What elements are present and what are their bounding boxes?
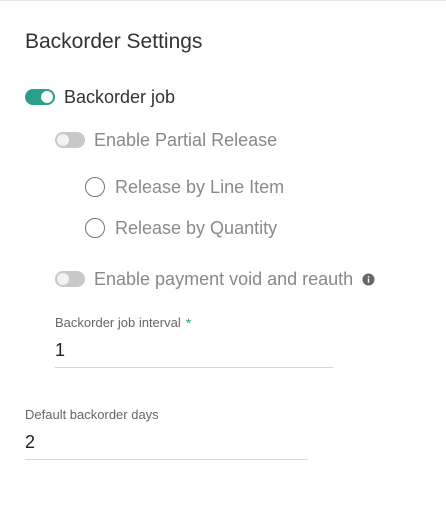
toggle-knob — [41, 91, 53, 103]
backorder-job-toggle[interactable] — [25, 89, 55, 105]
release-by-line-item-label: Release by Line Item — [115, 177, 285, 197]
partial-release-row: Enable Partial Release — [55, 127, 277, 153]
backorder-settings-panel: Backorder Settings Backorder job Enable … — [0, 0, 446, 508]
partial-release-label: Enable Partial Release — [94, 130, 278, 150]
toggle-knob — [57, 134, 69, 146]
default-days-label: Default backorder days — [25, 407, 159, 422]
job-interval-underline — [55, 367, 333, 368]
default-days-input[interactable] — [25, 431, 308, 453]
default-days-label-row: Default backorder days — [25, 407, 308, 423]
payment-void-label: Enable payment void and reauth — [94, 269, 354, 289]
default-days-field: Default backorder days — [25, 407, 308, 460]
job-interval-label: Backorder job interval — [55, 315, 181, 330]
info-icon[interactable] — [362, 273, 375, 286]
release-by-line-item-radio[interactable] — [85, 177, 105, 197]
job-interval-input[interactable] — [55, 339, 333, 361]
release-by-quantity-radio[interactable] — [85, 218, 105, 238]
job-interval-field: Backorder job interval * — [55, 315, 333, 368]
payment-void-row: Enable payment void and reauth — [55, 266, 375, 292]
default-days-underline — [25, 459, 308, 460]
page-title: Backorder Settings — [25, 30, 203, 53]
backorder-job-row: Backorder job — [25, 84, 175, 110]
partial-release-toggle[interactable] — [55, 132, 85, 148]
release-by-quantity-label: Release by Quantity — [115, 218, 278, 238]
required-marker: * — [185, 315, 192, 331]
release-by-quantity-row[interactable]: Release by Quantity — [85, 215, 277, 241]
backorder-job-label: Backorder job — [64, 87, 176, 107]
toggle-knob — [57, 273, 69, 285]
payment-void-toggle[interactable] — [55, 271, 85, 287]
release-by-line-item-row[interactable]: Release by Line Item — [85, 174, 284, 200]
job-interval-label-row: Backorder job interval * — [55, 315, 333, 331]
